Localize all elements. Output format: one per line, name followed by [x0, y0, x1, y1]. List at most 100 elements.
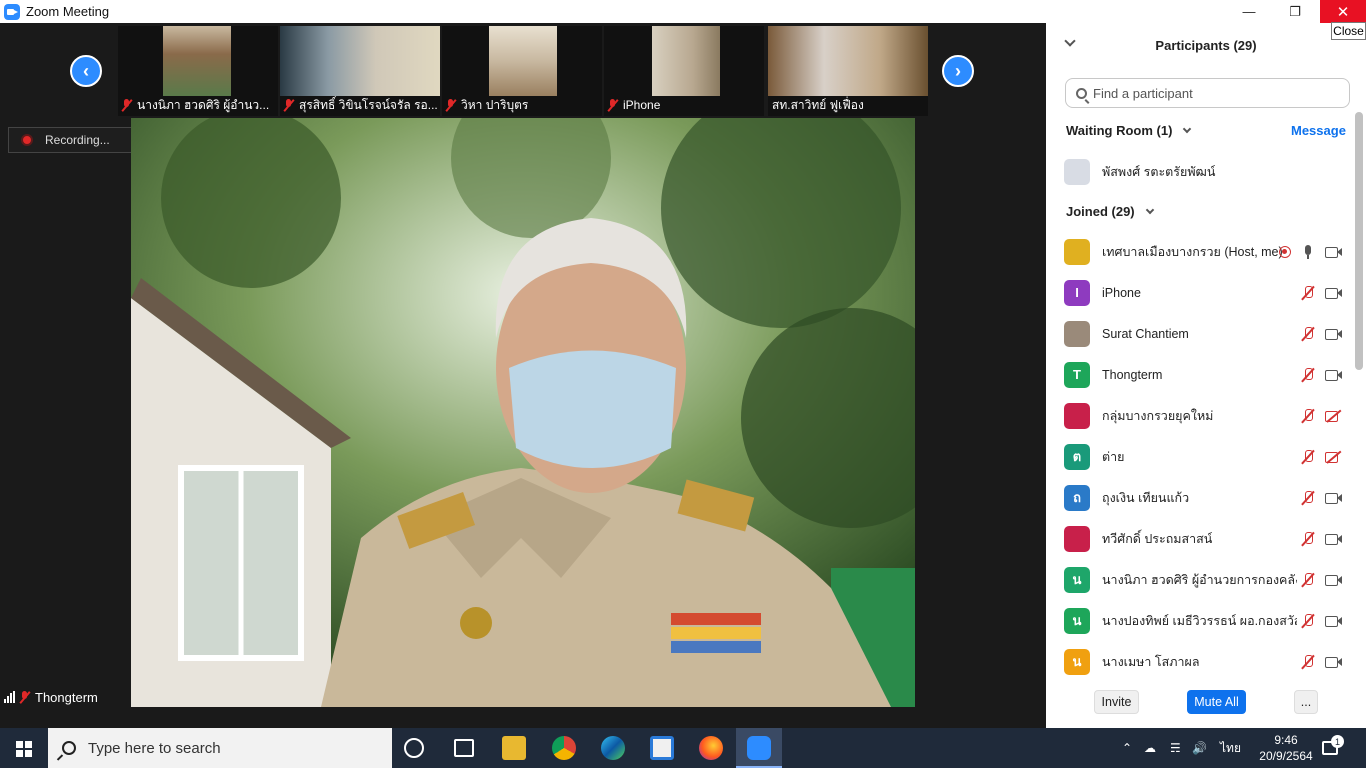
mic-muted-icon[interactable] [1300, 449, 1316, 465]
participant-status-icons [1300, 531, 1342, 547]
next-page-button[interactable]: › [942, 55, 974, 87]
clock-date: 20/9/2564 [1259, 749, 1313, 763]
avatar: น [1064, 648, 1090, 675]
participant-video-tile[interactable]: สุรสิทธิ์ วิขินโรจน์จรัล รอ... [280, 26, 440, 116]
network-icon[interactable]: ☴ [1170, 728, 1181, 768]
mic-muted-icon[interactable] [1300, 613, 1316, 629]
participant-tile-name: สุรสิทธิ์ วิขินโรจน์จรัล รอ... [299, 97, 438, 112]
mic-muted-icon[interactable] [1300, 367, 1316, 383]
search-input[interactable] [1093, 85, 1333, 101]
collapse-chevron-icon[interactable] [1064, 35, 1076, 47]
file-explorer-icon[interactable] [502, 736, 526, 760]
taskbar-search[interactable]: Type here to search [48, 728, 392, 768]
video-camera-icon[interactable] [1325, 574, 1342, 586]
active-speaker-label: Thongterm [0, 685, 106, 709]
clock-time: 9:46 [1274, 733, 1298, 747]
participant-row[interactable]: ต ต่าย [1046, 436, 1356, 477]
participant-row[interactable]: น นางนิภา ฮวดศิริ ผู้อำนวยการกองคลัง [1046, 559, 1356, 600]
recording-icon [21, 134, 33, 146]
video-camera-icon[interactable] [1325, 287, 1342, 299]
participant-row[interactable]: ถ ถุงเงิน เทียนแก้ว [1046, 477, 1356, 518]
store-icon[interactable] [650, 736, 674, 760]
scrollbar[interactable] [1355, 112, 1363, 370]
mic-muted-icon[interactable] [1300, 408, 1316, 424]
message-button[interactable]: Message [1291, 123, 1346, 138]
input-language[interactable]: ไทย [1220, 728, 1241, 768]
video-camera-icon[interactable] [1325, 615, 1342, 627]
mic-muted-icon[interactable] [1300, 326, 1316, 342]
previous-page-button[interactable]: ‹ [70, 55, 102, 87]
chevron-down-icon [1183, 124, 1192, 134]
maximize-button[interactable]: ❐ [1272, 0, 1318, 23]
video-off-icon[interactable] [1325, 410, 1342, 422]
volume-icon[interactable]: 🔊 [1192, 728, 1207, 768]
participant-row[interactable]: น นางเมษา โสภาผล [1046, 641, 1356, 682]
cortana-icon[interactable] [404, 738, 424, 758]
windows-start-icon[interactable] [16, 741, 32, 757]
video-camera-icon[interactable] [1325, 369, 1342, 381]
participant-video-tile[interactable]: iPhone [604, 26, 764, 116]
minimize-button[interactable]: — [1226, 0, 1272, 23]
zoom-taskbar-button[interactable] [736, 728, 782, 768]
video-camera-icon[interactable] [1325, 656, 1342, 668]
mic-muted-icon[interactable] [1300, 572, 1316, 588]
waiting-room-person[interactable]: พัสพงศ์ รตะตรัยพัฒน์ [1046, 151, 1356, 192]
system-clock[interactable]: 9:46 20/9/2564 [1256, 732, 1316, 764]
participant-video-tile[interactable]: นางนิภา ฮวดศิริ ผู้อำนว... [118, 26, 278, 116]
participant-status-icons [1300, 326, 1342, 342]
onedrive-icon[interactable]: ☁ [1144, 728, 1156, 768]
zoom-logo-icon [4, 3, 20, 20]
participant-search[interactable] [1065, 78, 1350, 108]
windows-taskbar: Type here to search ⌃ ☁ ☴ 🔊 ไทย 9:46 20/… [0, 728, 1366, 768]
mic-muted-icon [121, 98, 132, 112]
waiting-room-header[interactable]: Waiting Room (1) [1066, 123, 1192, 138]
chrome-icon[interactable] [552, 736, 576, 760]
close-button[interactable]: ✕ [1320, 0, 1366, 23]
participant-row[interactable]: Surat Chantiem [1046, 313, 1356, 354]
participant-status-icons [1300, 572, 1342, 588]
invite-button[interactable]: Invite [1094, 690, 1139, 714]
recording-indicator[interactable]: Recording... [8, 127, 132, 153]
mic-muted-icon[interactable] [1300, 490, 1316, 506]
mic-muted-icon [445, 98, 456, 112]
participant-video-tile[interactable]: วิหา ปาริบุตร [442, 26, 602, 116]
participant-video [652, 26, 720, 96]
edge-icon[interactable] [601, 736, 625, 760]
mic-muted-icon[interactable] [1300, 285, 1316, 301]
video-camera-icon[interactable] [1325, 533, 1342, 545]
video-camera-icon[interactable] [1325, 246, 1342, 258]
video-camera-icon[interactable] [1325, 492, 1342, 504]
participant-row[interactable]: IiPhone [1046, 272, 1356, 313]
notifications-icon[interactable]: 1 [1322, 728, 1344, 768]
active-speaker-name: Thongterm [35, 689, 98, 705]
participant-row[interactable]: T Thongterm [1046, 354, 1356, 395]
joined-title: Joined (29) [1066, 204, 1135, 219]
participant-status-icons [1300, 408, 1342, 424]
participant-row[interactable]: น นางปองทิพย์ เมธีวิวรรธน์ ผอ.กองสวัส... [1046, 600, 1356, 641]
more-options-button[interactable]: ... [1294, 690, 1318, 714]
task-view-icon[interactable] [454, 739, 474, 757]
participant-video-tile[interactable]: สท.สาวิทย์ ฟูเฟื่อง [768, 26, 928, 116]
mic-muted-icon[interactable] [1300, 531, 1316, 547]
avatar [1064, 158, 1090, 185]
panel-footer: Invite Mute All ... [1046, 683, 1366, 723]
mic-muted-icon[interactable] [1300, 654, 1316, 670]
video-camera-icon[interactable] [1325, 328, 1342, 340]
participant-row[interactable]: เทศบาลเมืองบางกรวย (Host, me) [1046, 231, 1356, 272]
participant-tile-name: iPhone [623, 98, 661, 112]
meeting-area: ‹ › นางนิภา ฮวดศิริ ผู้อำนว... สุรสิทธิ์… [0, 23, 1046, 728]
video-off-icon[interactable] [1325, 451, 1342, 463]
show-hidden-icons[interactable]: ⌃ [1122, 728, 1132, 768]
participant-row[interactable]: ทวีศักดิ์ ประถมสาสน์ [1046, 518, 1356, 559]
avatar: ถ [1064, 484, 1090, 511]
participant-row[interactable]: กลุ่มบางกรวยยุคใหม่ [1046, 395, 1356, 436]
mute-all-button[interactable]: Mute All [1187, 690, 1246, 714]
participant-status-icons [1300, 490, 1342, 506]
mic-icon[interactable] [1300, 244, 1316, 260]
video-thumbnail-strip: นางนิภา ฮวดศิริ ผู้อำนว... สุรสิทธิ์ วิข… [118, 26, 930, 116]
joined-header[interactable]: Joined (29) [1066, 204, 1154, 219]
avatar [1064, 238, 1090, 265]
firefox-icon[interactable] [699, 736, 723, 760]
participant-name: เทศบาลเมืองบางกรวย (Host, me) [1102, 244, 1283, 259]
participant-name: ถุงเงิน เทียนแก้ว [1102, 490, 1190, 505]
